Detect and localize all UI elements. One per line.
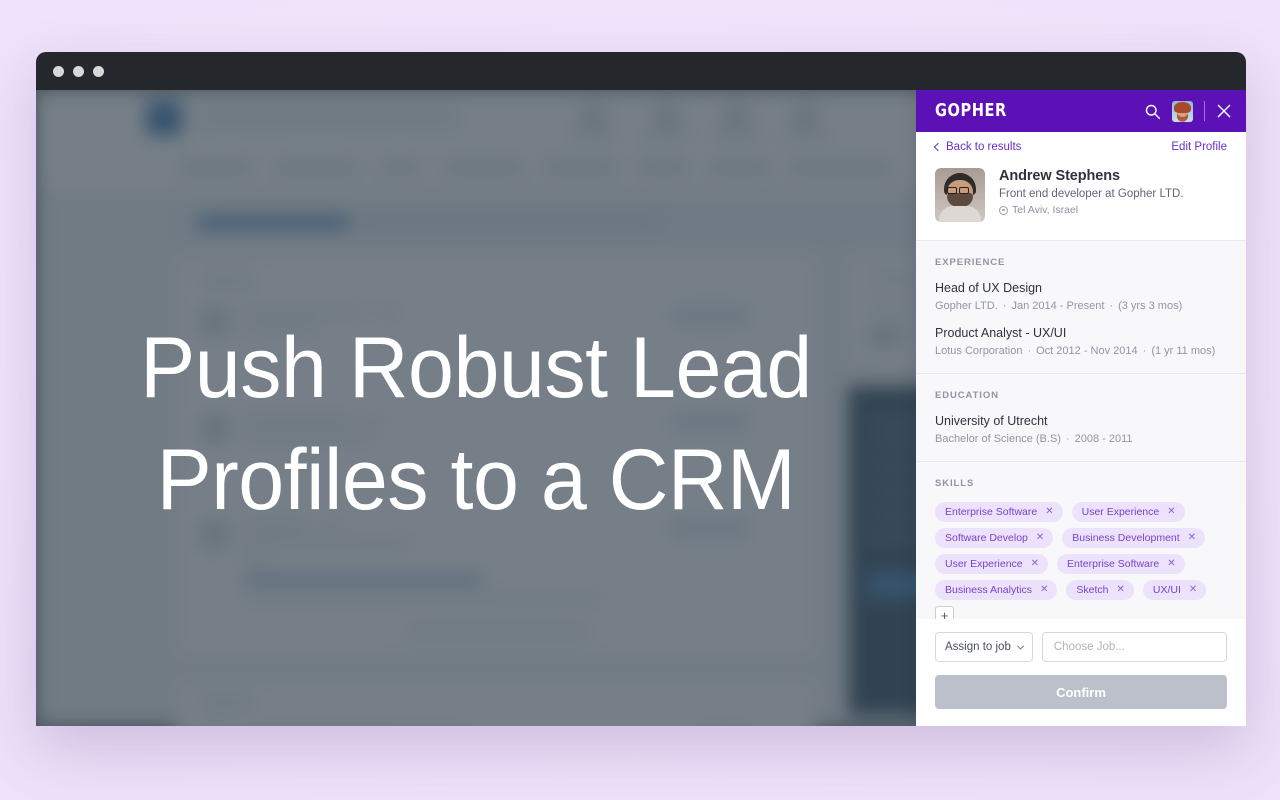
skill-tag[interactable]: Business Analytics ✕: [935, 580, 1058, 600]
skill-tag-label: Business Analytics: [945, 584, 1032, 596]
experience-item-meta: Gopher LTD. · Jan 2014 - Present · (3 yrs 3 …: [935, 300, 1183, 312]
skill-tag-label: Sketch: [1076, 584, 1109, 596]
education-item-meta: Bachelor of Science (B.S) · 2008 - 2011: [935, 433, 1133, 445]
skill-tag[interactable]: User Experience ✕: [1071, 502, 1185, 522]
experience-item-duration: (3 yrs 3 mos): [1118, 300, 1183, 312]
skill-tag-label: Enterprise Software: [945, 506, 1038, 518]
profile-location: Tel Aviv, Israel: [999, 204, 1184, 216]
skill-tag-remove-icon[interactable]: ✕: [1040, 585, 1048, 595]
experience-item-meta: Lotus Corporation · Oct 2012 - Nov 2014 · (1…: [935, 345, 1216, 357]
skill-tag-remove-icon[interactable]: ✕: [1045, 507, 1053, 517]
education-item-dates: 2008 - 2011: [1074, 433, 1133, 445]
skill-tag-remove-icon[interactable]: ✕: [1188, 533, 1196, 543]
experience-item-company: Gopher LTD.: [935, 300, 998, 312]
education-item-degree: Bachelor of Science (B.S): [935, 433, 1061, 445]
account-avatar[interactable]: [1172, 100, 1193, 122]
hero-headline-line-1: Push Robust Lead: [140, 320, 812, 416]
experience-item-title: Head of UX Design: [935, 281, 1043, 295]
experience-item-duration: (1 yr 11 mos): [1151, 345, 1216, 357]
panel-header: GOPHER: [916, 90, 1246, 132]
edit-profile-link[interactable]: Edit Profile: [1171, 141, 1227, 153]
skill-tag-remove-icon[interactable]: ✕: [1167, 507, 1175, 517]
skill-tag-remove-icon[interactable]: ✕: [1189, 585, 1197, 595]
chevron-down-icon: [1016, 642, 1024, 650]
profile-name: Andrew Stephens: [999, 168, 1120, 184]
experience-section: EXPERIENCE Head of UX Design Gopher LTD.…: [916, 240, 1246, 373]
close-icon[interactable]: [1216, 103, 1232, 119]
skill-tag[interactable]: User Experience ✕: [935, 554, 1049, 574]
search-icon[interactable]: [1144, 103, 1161, 120]
assign-to-job-label: Assign to job: [945, 641, 1011, 653]
skill-tag[interactable]: Enterprise Software ✕: [1057, 554, 1185, 574]
profile-role: Front end developer at Gopher LTD.: [999, 188, 1184, 200]
skill-tag-remove-icon[interactable]: ✕: [1116, 585, 1124, 595]
gopher-profile-panel: GOPHER Back to results Edit Profile Andr…: [916, 90, 1246, 726]
panel-footer: Assign to job Confirm: [916, 619, 1246, 726]
profile-location-label: Tel Aviv, Israel: [1012, 204, 1079, 216]
profile-identity: Andrew Stephens Front end developer at G…: [916, 162, 1246, 240]
education-section-title: EDUCATION: [935, 390, 999, 401]
education-item-title: University of Utrecht: [935, 414, 1048, 428]
choose-job-input[interactable]: [1041, 632, 1227, 662]
experience-item-company: Lotus Corporation: [935, 345, 1023, 357]
experience-item-dates: Jan 2014 - Present: [1011, 300, 1105, 312]
window-minimize-dot[interactable]: [73, 65, 84, 77]
add-skill-button[interactable]: +: [935, 606, 954, 619]
skill-tag-label: UX/UI: [1152, 584, 1181, 596]
skill-tag[interactable]: UX/UI ✕: [1142, 580, 1207, 600]
skill-tag-remove-icon[interactable]: ✕: [1031, 559, 1039, 569]
window-close-dot[interactable]: [53, 65, 64, 77]
skill-tag-label: User Experience: [1081, 506, 1160, 518]
skill-tag[interactable]: Enterprise Software ✕: [935, 502, 1063, 522]
assign-row: Assign to job: [935, 632, 1227, 662]
profile-avatar: [935, 168, 985, 222]
skill-tag-remove-icon[interactable]: ✕: [1167, 559, 1175, 569]
experience-item: Head of UX Design Gopher LTD. · Jan 2014 -…: [935, 281, 1227, 312]
panel-header-actions: [1144, 100, 1232, 122]
location-pin-icon: [999, 205, 1008, 215]
skill-tag-label: Enterprise Software: [1067, 558, 1160, 570]
browser-viewport: Push Robust Lead Profiles to a CRM GOPHE…: [36, 90, 1246, 726]
window-maximize-dot[interactable]: [93, 65, 104, 77]
assign-to-job-select[interactable]: Assign to job: [935, 632, 1033, 662]
skill-tag[interactable]: Business Development ✕: [1062, 528, 1206, 548]
browser-window: Push Robust Lead Profiles to a CRM GOPHE…: [36, 52, 1246, 726]
skill-tag-label: Business Development: [1072, 532, 1180, 544]
back-to-results-label: Back to results: [946, 141, 1022, 153]
skill-tag-list: Enterprise Software ✕ User Experience ✕ Soft…: [935, 502, 1227, 619]
experience-item-title: Product Analyst - UX/UI: [935, 326, 1067, 340]
confirm-button[interactable]: Confirm: [935, 675, 1227, 709]
gopher-logo: GOPHER: [935, 100, 1007, 122]
experience-item-dates: Oct 2012 - Nov 2014: [1036, 345, 1138, 357]
chevron-left-icon: [933, 142, 943, 152]
experience-section-title: EXPERIENCE: [935, 257, 1006, 268]
skill-tag-remove-icon[interactable]: ✕: [1036, 533, 1044, 543]
window-titlebar: [36, 52, 1246, 90]
skill-tag-label: User Experience: [945, 558, 1023, 570]
panel-subbar: Back to results Edit Profile: [916, 132, 1246, 162]
hero-headline-line-2: Profiles to a CRM: [156, 432, 796, 528]
skills-section: SKILLS Enterprise Software ✕ User Experien…: [916, 461, 1246, 619]
skill-tag[interactable]: Sketch ✕: [1066, 580, 1134, 600]
education-item: University of Utrecht Bachelor of Scienc…: [935, 414, 1227, 445]
skill-tag-label: Software Develop: [945, 532, 1028, 544]
experience-item: Product Analyst - UX/UI Lotus Corporatio…: [935, 326, 1227, 357]
education-section: EDUCATION University of Utrecht Bachelor…: [916, 373, 1246, 461]
back-to-results-link[interactable]: Back to results: [933, 141, 1022, 153]
hero-headline: Push Robust Lead Profiles to a CRM: [54, 312, 899, 536]
header-divider: [1204, 101, 1205, 121]
skill-tag[interactable]: Software Develop ✕: [935, 528, 1054, 548]
skills-section-title: SKILLS: [935, 478, 975, 489]
